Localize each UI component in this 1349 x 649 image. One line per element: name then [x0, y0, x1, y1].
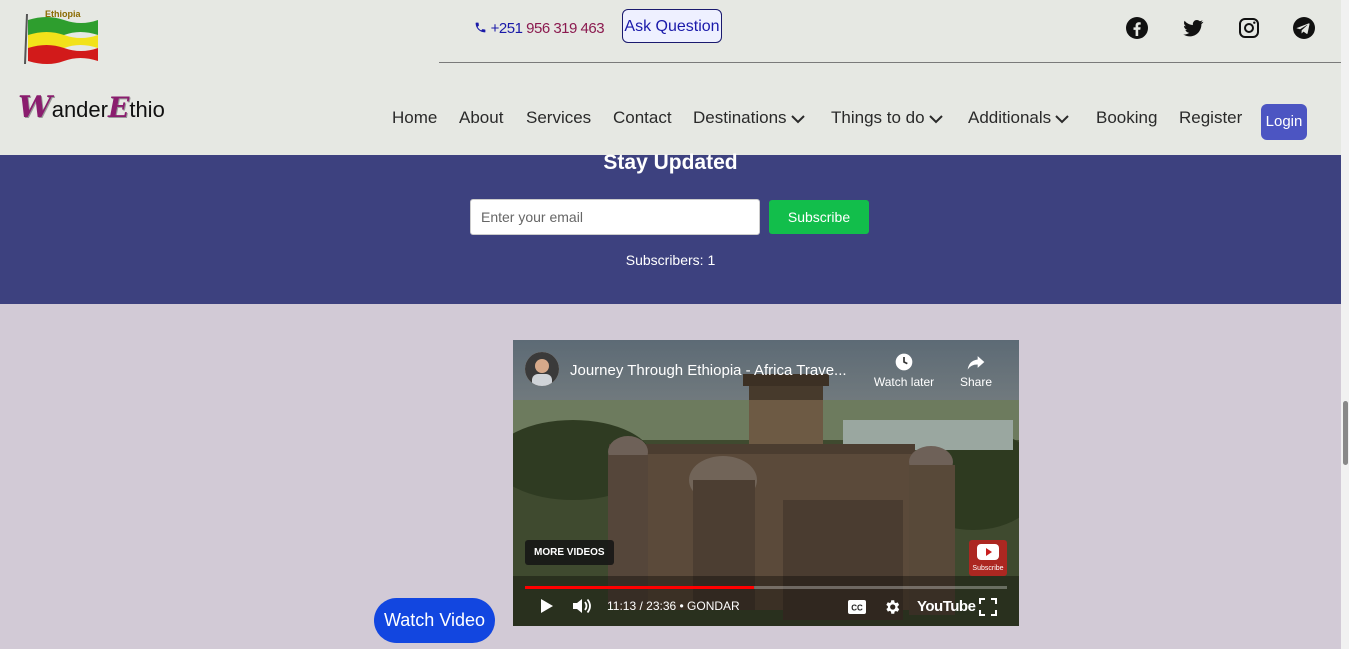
site-header: Ethiopia +251 956 319 463 Ask Question W… — [0, 0, 1341, 155]
channel-avatar[interactable] — [525, 352, 559, 386]
instagram-icon[interactable] — [1237, 16, 1261, 40]
chevron-down-icon — [790, 114, 805, 123]
fullscreen-icon[interactable] — [979, 598, 997, 616]
video-chapter: GONDAR — [687, 599, 740, 613]
nav-contact[interactable]: Contact — [613, 108, 672, 128]
youtube-play-icon — [977, 544, 999, 560]
nav-things-to-do[interactable]: Things to do — [831, 108, 943, 128]
nav-services[interactable]: Services — [526, 108, 591, 128]
play-icon[interactable] — [537, 597, 555, 615]
nav-additionals[interactable]: Additionals — [968, 108, 1069, 128]
nav-about[interactable]: About — [459, 108, 503, 128]
phone-prefix: +251 — [490, 20, 523, 37]
subscribe-badge-label: Subscribe — [972, 565, 1004, 572]
watch-later-control[interactable]: Watch later — [871, 352, 937, 389]
video-time: 11:13 / 23:36 • GONDAR — [607, 599, 740, 613]
youtube-embed[interactable]: Journey Through Ethiopia - Africa Trave.… — [513, 340, 1019, 626]
youtube-logo[interactable]: YouTube — [917, 598, 976, 615]
phone-number: 956 319 463 — [526, 20, 605, 37]
share-icon — [967, 356, 985, 370]
page-scrollbar[interactable] — [1341, 0, 1349, 649]
settings-gear-icon[interactable] — [883, 598, 901, 616]
facebook-icon[interactable] — [1125, 16, 1149, 40]
chevron-down-icon — [928, 114, 943, 123]
nav-additionals-label: Additionals — [968, 108, 1052, 127]
nav-booking[interactable]: Booking — [1096, 108, 1157, 128]
clock-icon — [895, 353, 913, 371]
video-progress-played — [525, 586, 754, 589]
flag-caption: Ethiopia — [45, 9, 81, 19]
telegram-icon[interactable] — [1292, 16, 1316, 40]
nav-things-label: Things to do — [831, 108, 925, 127]
volume-icon[interactable] — [571, 597, 593, 615]
nav-destinations[interactable]: Destinations — [693, 108, 805, 128]
share-label: Share — [959, 375, 993, 389]
phone-link[interactable]: +251 956 319 463 — [474, 20, 605, 37]
video-title[interactable]: Journey Through Ethiopia - Africa Trave.… — [570, 362, 847, 379]
phone-icon — [474, 20, 491, 37]
logo-text-thio: thio — [129, 97, 165, 122]
header-divider — [439, 62, 1341, 63]
captions-icon[interactable]: CC — [847, 599, 867, 615]
ask-question-button[interactable]: Ask Question — [622, 9, 722, 43]
newsletter-title: Stay Updated — [603, 151, 738, 174]
nav-destinations-label: Destinations — [693, 108, 787, 127]
video-thumbnail — [513, 340, 1019, 626]
video-time-text: 11:13 / 23:36 — [607, 599, 677, 613]
subscribe-button[interactable]: Subscribe — [769, 200, 869, 234]
login-button[interactable]: Login — [1261, 104, 1307, 140]
svg-text:CC: CC — [851, 604, 863, 613]
subscriber-count: Subscribers: 1 — [625, 252, 716, 268]
more-videos-button[interactable]: MORE VIDEOS — [525, 540, 614, 565]
watch-video-button[interactable]: Watch Video — [374, 598, 495, 643]
logo-letter-e: E — [107, 91, 130, 124]
share-control[interactable]: Share — [953, 352, 999, 389]
twitter-icon[interactable] — [1181, 16, 1205, 40]
watch-later-label: Watch later — [873, 375, 935, 389]
logo-letter-w: W — [18, 90, 52, 125]
site-logo[interactable]: WanderEthio — [18, 90, 165, 125]
chevron-down-icon — [1055, 114, 1069, 123]
nav-register[interactable]: Register — [1179, 108, 1242, 128]
subscribe-badge[interactable]: Subscribe — [969, 540, 1007, 576]
scrollbar-thumb[interactable] — [1343, 401, 1348, 465]
logo-text-ander: ander — [51, 97, 108, 122]
nav-home[interactable]: Home — [392, 108, 437, 128]
email-input[interactable]: Enter your email — [470, 199, 760, 235]
